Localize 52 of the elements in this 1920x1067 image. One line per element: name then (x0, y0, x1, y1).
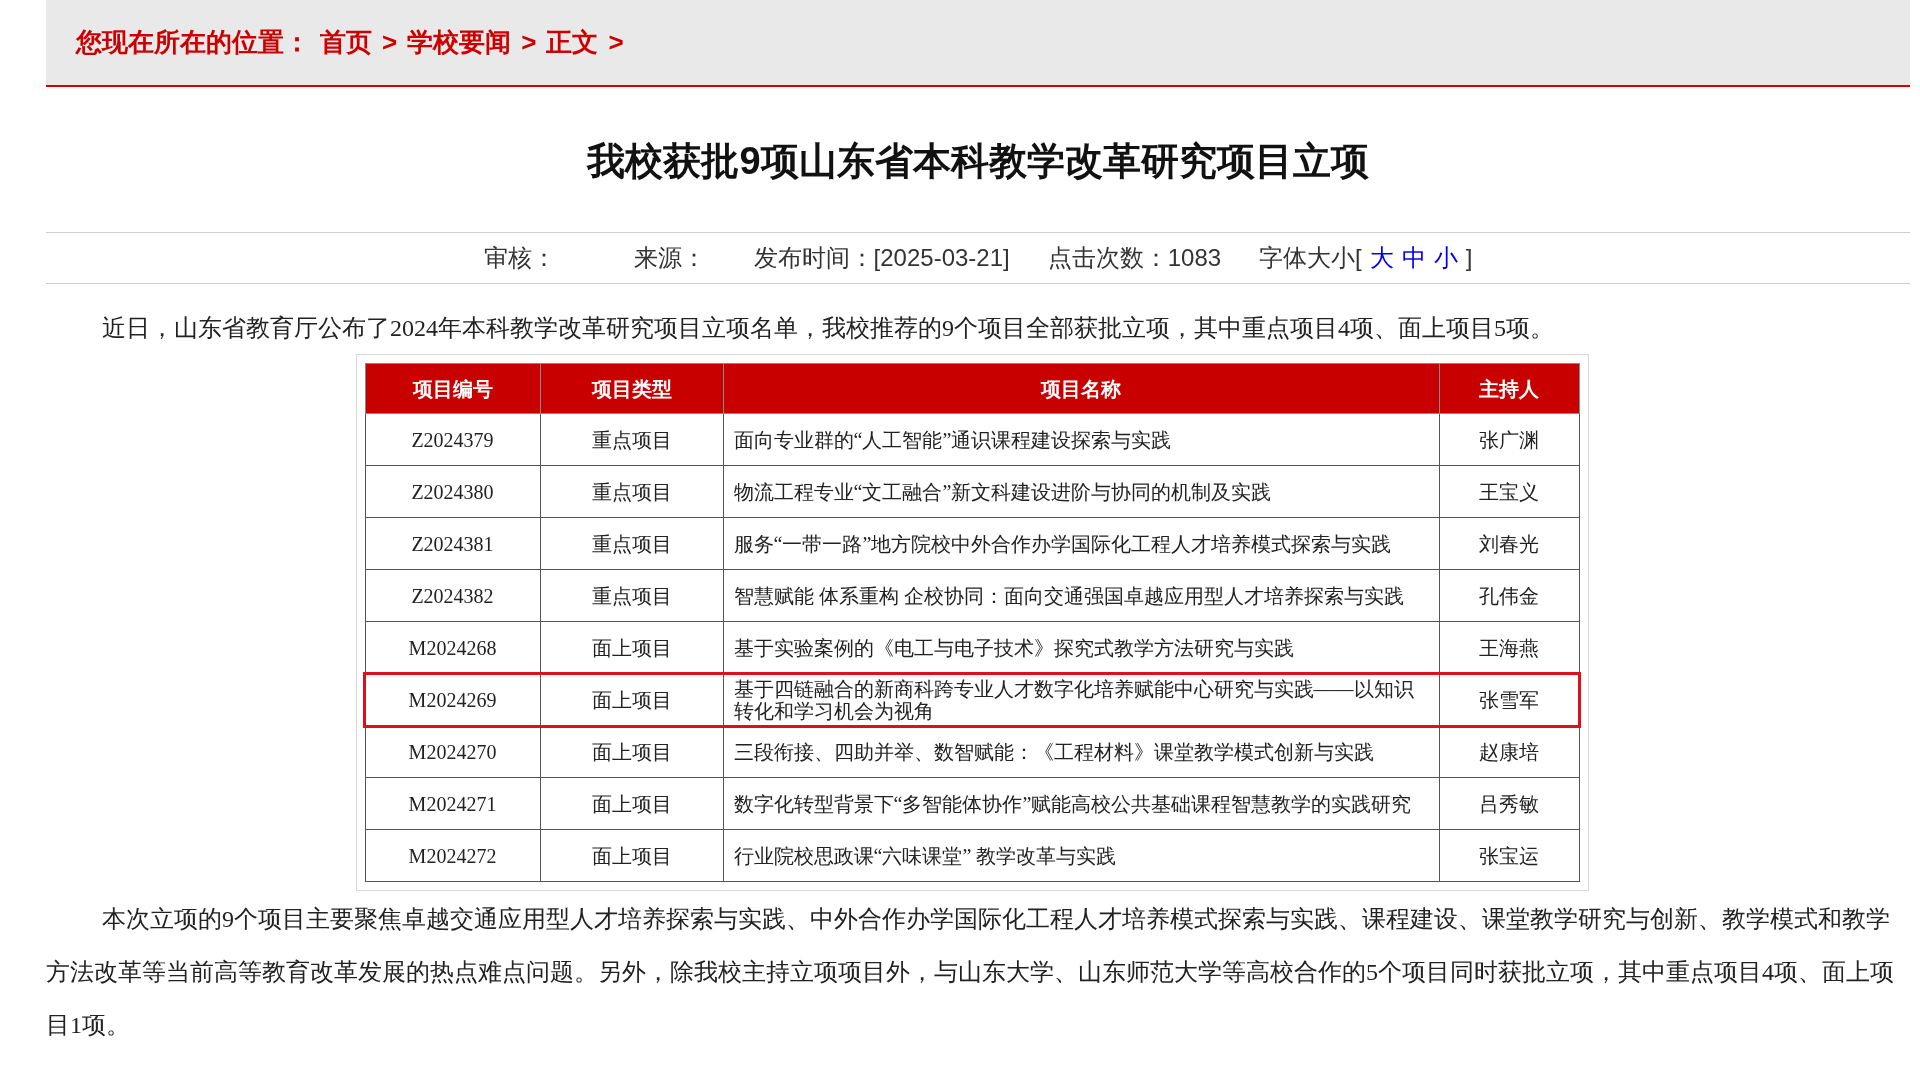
breadcrumb-separator: > (521, 26, 537, 59)
table-cell: 面上项目 (540, 777, 723, 830)
column-header: 项目类型 (540, 363, 723, 414)
table-cell: 吕秀敏 (1439, 777, 1579, 830)
breadcrumb-separator: > (608, 26, 624, 59)
font-size-link[interactable]: 中 (1401, 240, 1426, 276)
font-size-link[interactable]: 大 (1369, 240, 1394, 276)
font-size-link[interactable]: 小 (1433, 240, 1458, 276)
column-header: 项目编号 (365, 363, 540, 414)
font-size-bracket: ] (1465, 243, 1473, 273)
table-cell: 重点项目 (540, 465, 723, 518)
table-cell: 张宝运 (1439, 829, 1579, 882)
column-header: 主持人 (1439, 363, 1579, 414)
table-cell: 重点项目 (540, 413, 723, 466)
table-cell: 王宝义 (1439, 465, 1579, 518)
table-cell: 行业院校思政课“六味课堂” 教学改革与实践 (723, 829, 1439, 882)
table-cell: M2024272 (365, 829, 540, 882)
table-cell: 重点项目 (540, 569, 723, 622)
intro-paragraph: 近日，山东省教育厅公布了2024年本科教学改革研究项目立项名单，我校推荐的9个项目全部获批立项，其中重点项目4项、面上项目5项。 (101, 314, 1555, 343)
table-cell: 面上项目 (540, 829, 723, 882)
table-cell: 数字化转型背景下“多智能体协作”赋能高校公共基础课程智慧教学的实践研究 (723, 777, 1439, 830)
breadcrumb-link[interactable]: 首页 (320, 23, 372, 62)
breadcrumb-label: 您现在所在的位置： (76, 26, 310, 59)
table-cell: 面向专业群的“人工智能”通识课程建设探索与实践 (723, 413, 1439, 466)
table-cell: M2024270 (365, 725, 540, 778)
table-cell: 刘春光 (1439, 517, 1579, 570)
table-cell: 面上项目 (540, 725, 723, 778)
table-cell: M2024268 (365, 621, 540, 674)
table-cell: 孔伟金 (1439, 569, 1579, 622)
review-label: 审核： (483, 243, 556, 273)
table-cell: 智慧赋能 体系重构 企校协同：面向交通强国卓越应用型人才培养探索与实践 (723, 569, 1439, 622)
table-cell: M2024271 (365, 777, 540, 830)
table-cell: 张广渊 (1439, 413, 1579, 466)
table-cell: 三段衔接、四助并举、数智赋能：《工程材料》课堂教学模式创新与实践 (723, 725, 1439, 778)
publish-date: 发布时间：[2025-03-21] (753, 243, 1010, 273)
table-cell: Z2024382 (365, 569, 540, 622)
source-label: 来源： (633, 243, 706, 273)
table-cell: Z2024380 (365, 465, 540, 518)
summary-paragraph: 本次立项的9个项目主要聚焦卓越交通应用型人才培养探索与实践、中外合作办学国际化工程人才培养模式探索与实践、课程建设、课堂教学研究与创新、教学模式和教学方法改革等当前高等教育改革发展的热点难点问题。另外，除我校主持立项项目外，与山东大学、山东师范大学等高校合作的5个项目同时获批立项，其中重点项目4项、面上项目1项。 (46, 905, 1895, 1040)
article-title: 我校获批9项山东省本科教学改革研究项目立项 (585, 139, 1370, 184)
table-cell: 赵康培 (1439, 725, 1579, 778)
table-cell: 重点项目 (540, 517, 723, 570)
column-header: 项目名称 (723, 363, 1439, 414)
breadcrumb-separator: > (382, 26, 398, 59)
table-cell: 服务“一带一路”地方院校中外合作办学国际化工程人才培养模式探索与实践 (723, 517, 1439, 570)
breadcrumb-link[interactable]: 学校要闻 (407, 23, 512, 62)
font-size-label: 字体大小[ (1259, 243, 1362, 273)
breadcrumb-link[interactable]: 正文 (546, 23, 599, 62)
table-cell: Z2024381 (365, 517, 540, 570)
table-cell: 物流工程专业“文工融合”新文科建设进阶与协同的机制及实践 (723, 465, 1439, 518)
click-count: 点击次数：1083 (1047, 243, 1222, 273)
table-cell: Z2024379 (365, 413, 540, 466)
